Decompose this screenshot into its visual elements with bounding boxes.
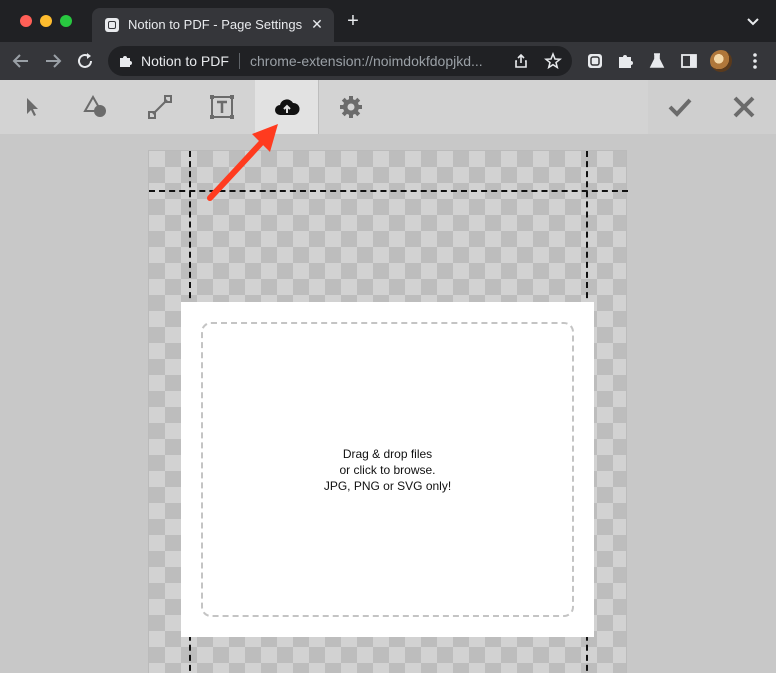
address-divider — [239, 53, 240, 69]
tab-title: Notion to PDF - Page Settings — [128, 17, 303, 32]
extension-pinned-icon[interactable] — [586, 52, 604, 70]
file-dropzone[interactable]: Drag & drop files or click to browse. JP… — [201, 322, 574, 617]
confirm-button[interactable] — [648, 80, 712, 134]
upload-panel: Drag & drop files or click to browse. JP… — [181, 302, 594, 637]
dropzone-instruction: Drag & drop files — [342, 446, 433, 461]
address-bar[interactable]: Notion to PDF chrome-extension://noimdok… — [108, 46, 572, 76]
close-window-button[interactable] — [20, 15, 32, 27]
shapes-icon — [83, 95, 106, 117]
minimize-window-button[interactable] — [40, 15, 52, 27]
side-panel-icon[interactable] — [680, 52, 698, 70]
tab-search-chevron-icon[interactable] — [746, 16, 760, 28]
share-icon[interactable] — [513, 53, 529, 69]
cloud-upload-icon — [275, 99, 300, 115]
new-tab-button[interactable]: + — [343, 11, 363, 32]
extension-puzzle-icon — [120, 56, 132, 67]
close-icon — [733, 96, 755, 118]
tab-close-button[interactable]: ✕ — [308, 15, 326, 33]
extensions-puzzle-icon[interactable] — [617, 52, 635, 70]
extension-favicon-icon — [105, 18, 119, 32]
select-tool-button[interactable] — [0, 80, 64, 134]
cursor-icon — [27, 98, 38, 116]
reload-icon[interactable] — [74, 50, 96, 72]
labs-flask-icon[interactable] — [648, 52, 666, 70]
bookmark-star-icon[interactable] — [544, 52, 562, 70]
gear-icon — [340, 96, 362, 118]
text-icon — [210, 95, 234, 119]
annotation-arrow-icon — [207, 124, 278, 201]
editor-toolbar — [0, 80, 776, 134]
settings-tool-button[interactable] — [319, 80, 383, 134]
back-arrow-icon[interactable] — [10, 50, 32, 72]
browser-tab[interactable]: Notion to PDF - Page Settings ✕ — [92, 8, 334, 42]
cancel-button[interactable] — [712, 80, 776, 134]
profile-avatar[interactable] — [710, 50, 732, 72]
line-icon — [148, 95, 172, 119]
browser-titlebar: Notion to PDF - Page Settings ✕ + — [0, 0, 776, 42]
url-text[interactable]: chrome-extension://noimdokfdopjkd... — [250, 53, 483, 69]
zoom-window-button[interactable] — [60, 15, 72, 27]
more-menu-icon[interactable] — [752, 52, 758, 70]
dropzone-browse-hint: or click to browse. — [339, 462, 436, 477]
dropzone-file-types: JPG, PNG or SVG only! — [323, 478, 452, 493]
browser-toolbar: Notion to PDF chrome-extension://noimdok… — [0, 42, 776, 80]
extension-name: Notion to PDF — [141, 53, 229, 69]
forward-arrow-icon[interactable] — [42, 50, 64, 72]
checkmark-icon — [668, 98, 692, 117]
line-tool-button[interactable] — [128, 80, 192, 134]
shapes-tool-button[interactable] — [64, 80, 128, 134]
